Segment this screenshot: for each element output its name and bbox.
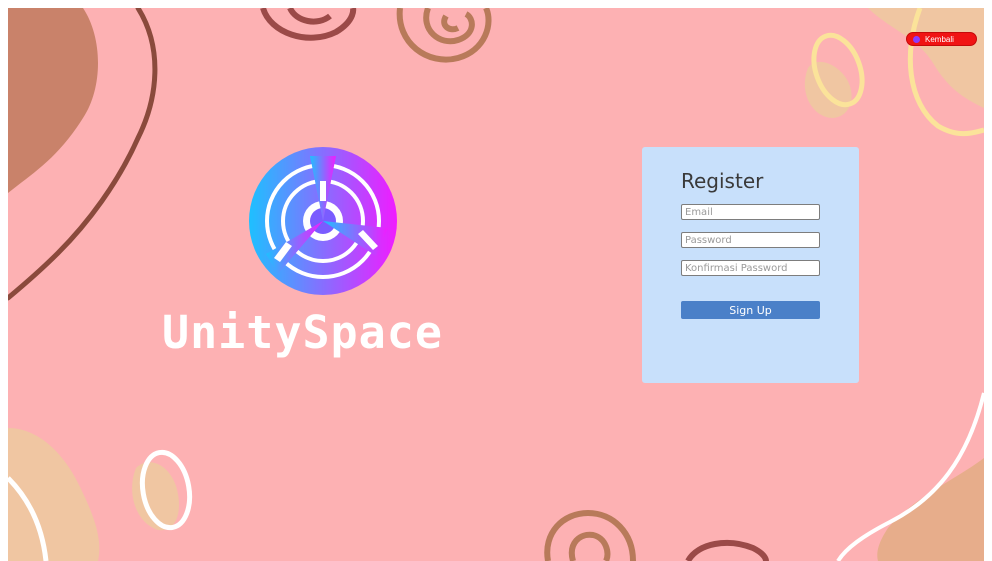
password-input[interactable]: [681, 232, 820, 248]
page-background: UnitySpace Kembali Register Sign Up: [8, 8, 984, 561]
spiral-shape: [396, 8, 492, 63]
blob-shape: [877, 458, 984, 561]
back-button[interactable]: Kembali: [906, 32, 977, 46]
email-input[interactable]: [681, 204, 820, 220]
spiral-shape: [260, 8, 357, 41]
brand-name: UnitySpace: [162, 306, 443, 359]
blob-shape: [8, 8, 98, 193]
confirm-password-input[interactable]: [681, 260, 820, 276]
register-title: Register: [681, 169, 764, 193]
record-dot-icon: [913, 35, 920, 43]
spiral-shape: [544, 509, 636, 561]
spiral-shape: [685, 539, 769, 561]
back-button-label: Kembali: [925, 34, 954, 44]
sign-up-button[interactable]: Sign Up: [681, 301, 820, 319]
blob-shape: [868, 8, 984, 108]
unityspace-logo-icon: [249, 147, 397, 295]
register-panel: Register Sign Up: [642, 147, 859, 383]
blob-shape: [804, 61, 852, 118]
